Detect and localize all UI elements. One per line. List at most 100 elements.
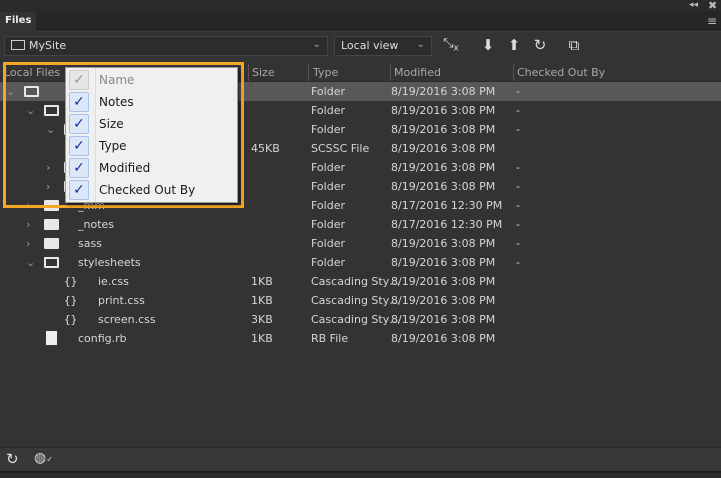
table-row[interactable]: ⌄ stylesheets Folder 8/19/2016 3:08 PM - <box>0 253 721 272</box>
file-modified: 8/19/2016 3:08 PM <box>391 180 496 193</box>
refresh-icon[interactable]: ↻ <box>6 450 19 468</box>
menu-item-checked-out-by[interactable]: ✓ Checked Out By <box>66 179 237 201</box>
file-type: Folder <box>311 123 345 136</box>
hamburger-icon[interactable]: ≡ <box>707 14 717 28</box>
site-select[interactable]: MySite ⌄ <box>4 36 328 56</box>
checkbox-check-icon: ✓ <box>69 158 89 178</box>
col-type[interactable]: Type <box>313 66 338 79</box>
file-type: Folder <box>311 180 345 193</box>
column-divider[interactable] <box>513 64 514 81</box>
menu-item-label: Type <box>99 139 127 153</box>
file-modified: 8/17/2016 12:30 PM <box>391 218 503 231</box>
file-type: Folder <box>311 85 345 98</box>
chevron-right-icon[interactable]: › <box>26 237 30 250</box>
file-modified: 8/19/2016 3:08 PM <box>391 313 496 326</box>
col-modified[interactable]: Modified <box>394 66 441 79</box>
menu-item-size[interactable]: ✓ Size <box>66 113 237 135</box>
menu-item-modified[interactable]: ✓ Modified <box>66 157 237 179</box>
table-row[interactable]: › _notes Folder 8/17/2016 12:30 PM - <box>0 215 721 234</box>
menu-item-label: Notes <box>99 95 134 109</box>
file-modified: 8/17/2016 12:30 PM <box>391 199 503 212</box>
menu-item-type[interactable]: ✓ Type <box>66 135 237 157</box>
checkbox-check-icon: ✓ <box>69 136 89 156</box>
file-size: 3KB <box>251 313 273 326</box>
column-divider[interactable] <box>308 64 309 81</box>
bottom-toolbar: ↻ ◍✓ <box>0 447 721 471</box>
file-checked-out-by: - <box>516 199 520 212</box>
column-context-menu: ✓ Name ✓ Notes ✓ Size ✓ Type ✓ Modified ✓ Checked O… <box>65 67 238 203</box>
file-size: 45KB <box>251 142 280 155</box>
file-size: 1KB <box>251 275 273 288</box>
tab-bar <box>0 12 721 30</box>
file-modified: 8/19/2016 3:08 PM <box>391 142 496 155</box>
close-icon[interactable]: ✖ <box>708 0 717 12</box>
file-type: Folder <box>311 104 345 117</box>
folder-icon <box>44 238 59 249</box>
folder-icon <box>11 40 25 50</box>
file-checked-out-by: - <box>516 104 520 117</box>
expand-icon[interactable]: ⧉ <box>564 36 584 54</box>
chevron-right-icon[interactable]: › <box>26 218 30 231</box>
file-modified: 8/19/2016 3:08 PM <box>391 123 496 136</box>
table-row[interactable]: › sass Folder 8/19/2016 3:08 PM - <box>0 234 721 253</box>
get-down-arrow-icon[interactable]: ⬇ <box>478 36 498 54</box>
view-select[interactable]: Local view ⌄ <box>334 36 432 56</box>
site-name: MySite <box>29 39 67 52</box>
file-name: print.css <box>98 294 145 307</box>
menu-item-notes[interactable]: ✓ Notes <box>66 91 237 113</box>
folder-icon <box>44 219 59 230</box>
file-name: _notes <box>78 218 115 231</box>
file-type: Folder <box>311 256 345 269</box>
column-divider[interactable] <box>248 64 249 81</box>
checkbox-check-icon: ✓ <box>69 180 89 200</box>
table-row[interactable]: {} screen.css 3KB Cascading Sty… 8/19/2016 3… <box>0 310 721 329</box>
css-file-icon: {} <box>64 313 78 326</box>
file-modified: 8/19/2016 3:08 PM <box>391 275 496 288</box>
chevron-down-icon[interactable]: ⌄ <box>26 256 35 269</box>
menu-item-name: ✓ Name <box>66 69 237 91</box>
col-size[interactable]: Size <box>252 66 275 79</box>
file-type: SCSSC File <box>311 142 370 155</box>
table-row[interactable]: {} print.css 1KB Cascading Sty… 8/19/2016 3:… <box>0 291 721 310</box>
table-row[interactable]: config.rb 1KB RB File 8/19/2016 3:08 PM <box>0 329 721 348</box>
put-up-arrow-icon[interactable]: ⬆ <box>504 36 524 54</box>
file-type: Folder <box>311 161 345 174</box>
css-file-icon: {} <box>64 275 78 288</box>
refresh-icon[interactable]: ↻ <box>530 36 550 54</box>
chevron-down-icon: ⌄ <box>416 39 425 50</box>
file-checked-out-by: - <box>516 85 520 98</box>
file-size: 1KB <box>251 294 273 307</box>
file-type: Folder <box>311 199 345 212</box>
file-type: Cascading Sty… <box>311 275 401 288</box>
file-type: Folder <box>311 237 345 250</box>
file-name: config.rb <box>78 332 127 345</box>
file-checked-out-by: - <box>516 123 520 136</box>
resize-grip[interactable] <box>0 471 721 478</box>
file-modified: 8/19/2016 3:08 PM <box>391 85 496 98</box>
chevron-down-icon: ⌄ <box>312 39 321 50</box>
file-modified: 8/19/2016 3:08 PM <box>391 104 496 117</box>
disconnect-icon[interactable]: ⤡x <box>441 36 461 54</box>
file-modified: 8/19/2016 3:08 PM <box>391 161 496 174</box>
file-checked-out-by: - <box>516 218 520 231</box>
file-checked-out-by: - <box>516 180 520 193</box>
col-checked-out-by[interactable]: Checked Out By <box>517 66 605 79</box>
menu-item-label: Modified <box>99 161 151 175</box>
file-type: RB File <box>311 332 349 345</box>
file-type: Folder <box>311 218 345 231</box>
file-modified: 8/19/2016 3:08 PM <box>391 332 496 345</box>
menu-item-label: Size <box>99 117 124 131</box>
file-size: 1KB <box>251 332 273 345</box>
file-name: sass <box>78 237 102 250</box>
column-divider[interactable] <box>390 64 391 81</box>
checkbox-check-icon: ✓ <box>69 114 89 134</box>
file-icon <box>46 331 57 345</box>
file-name: ie.css <box>98 275 129 288</box>
tab-files[interactable]: Files <box>0 12 37 31</box>
collapse-panel-icon[interactable]: ◂◂ <box>689 0 698 10</box>
globe-check-icon[interactable]: ◍✓ <box>34 450 53 466</box>
menu-item-label: Checked Out By <box>99 183 196 197</box>
file-name: stylesheets <box>78 256 141 269</box>
table-row[interactable]: {} ie.css 1KB Cascading Sty… 8/19/2016 3:08 … <box>0 272 721 291</box>
checkbox-check-icon: ✓ <box>69 70 89 90</box>
